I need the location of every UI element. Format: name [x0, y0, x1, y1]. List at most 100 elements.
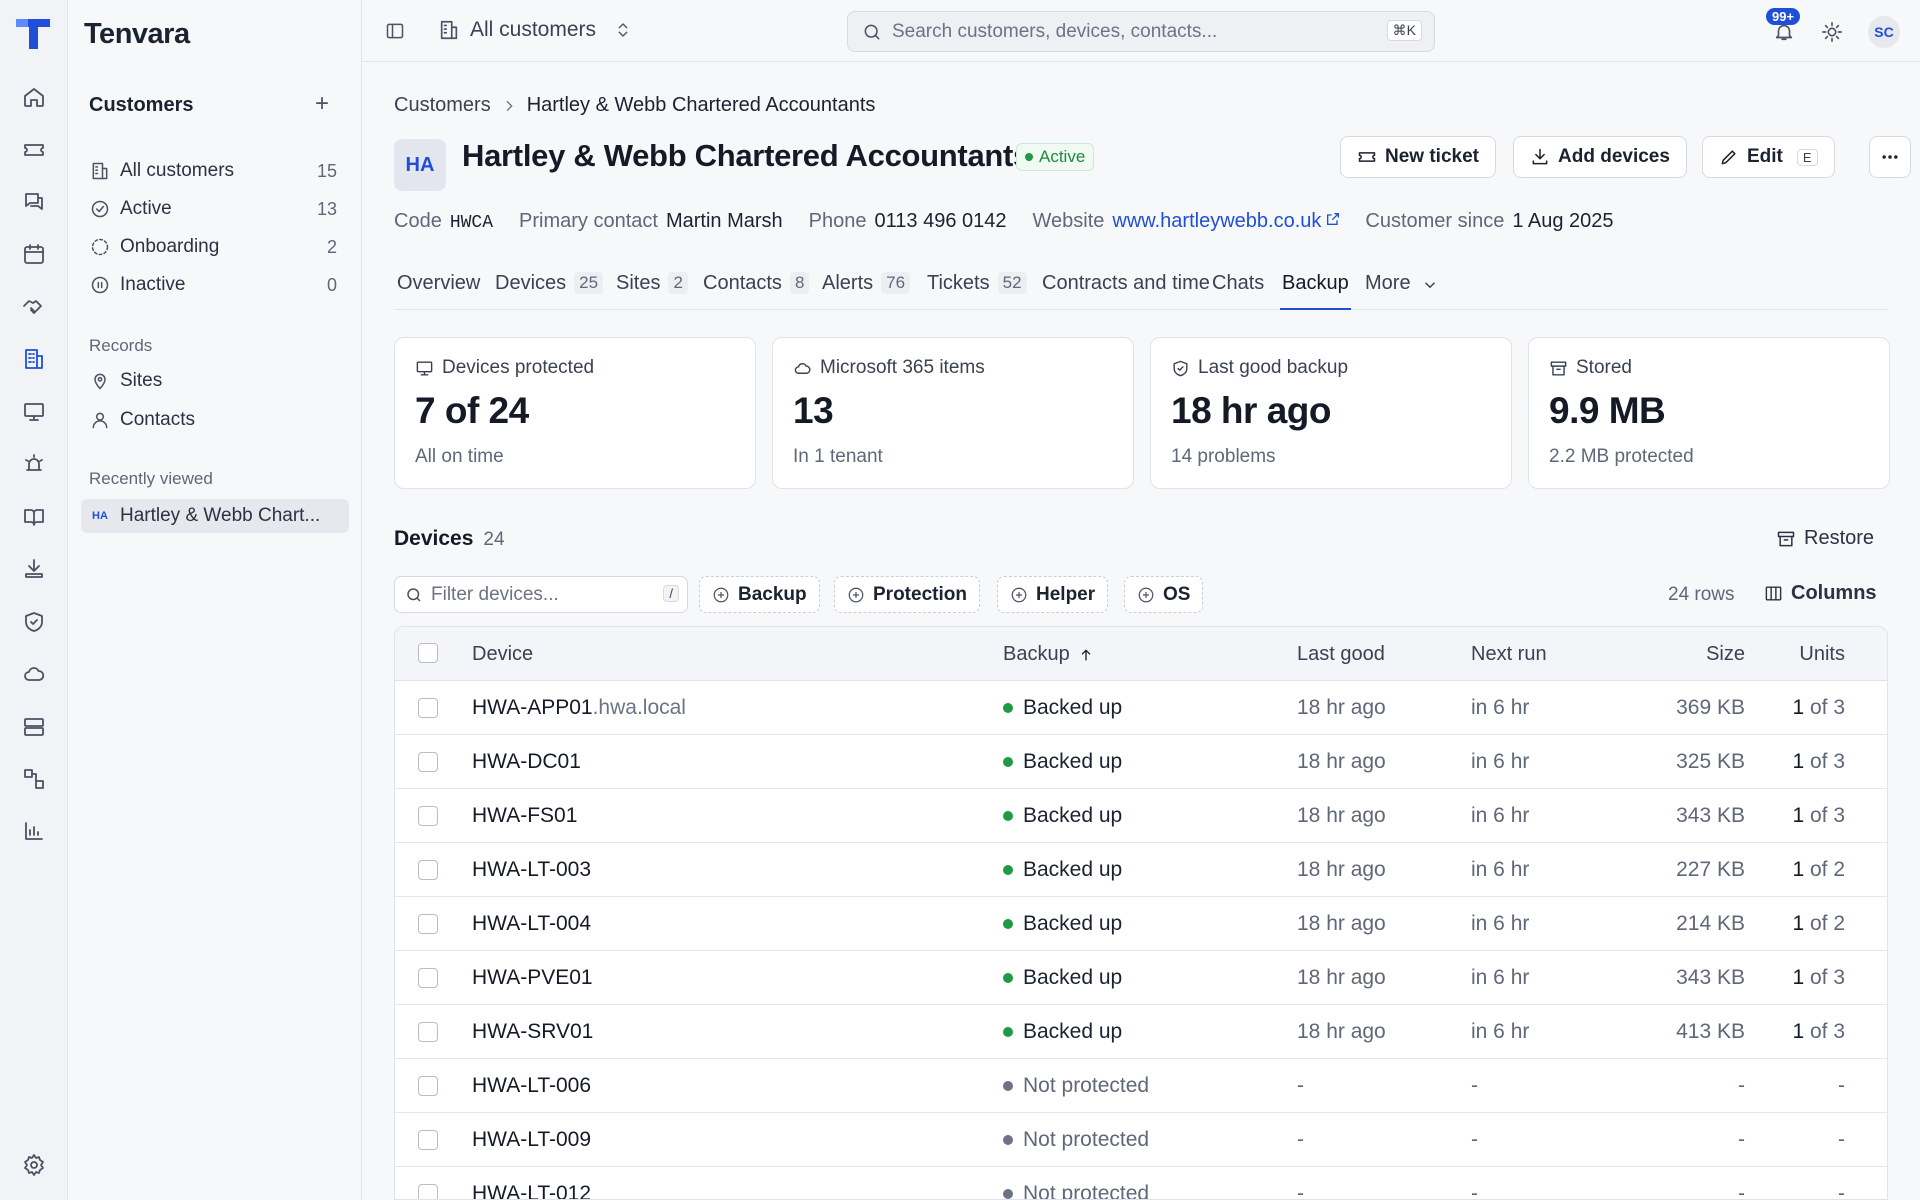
row-checkbox[interactable]: [418, 968, 438, 988]
sidebar-item-active[interactable]: Active 13: [81, 192, 349, 226]
device-name[interactable]: HWA-LT-006: [472, 1074, 591, 1098]
sidebar-toggle-icon[interactable]: [384, 20, 406, 42]
column-header-size[interactable]: Size: [1645, 643, 1745, 666]
contact-value[interactable]: Martin Marsh: [666, 210, 783, 233]
table-row[interactable]: HWA-LT-009 Not protected - - - -: [395, 1113, 1887, 1167]
tab-more[interactable]: More: [1365, 272, 1439, 310]
chat-icon[interactable]: [14, 182, 54, 222]
edit-button[interactable]: Edit E: [1702, 136, 1835, 178]
filter-devices-input[interactable]: [431, 583, 651, 606]
website-link[interactable]: www.hartleywebb.co.uk: [1112, 210, 1321, 233]
tab-sites[interactable]: Sites 2: [616, 272, 688, 310]
device-name[interactable]: HWA-LT-003: [472, 858, 591, 882]
download-icon[interactable]: [14, 549, 54, 589]
table-row[interactable]: HWA-SRV01 Backed up 18 hr ago in 6 hr 413 KB…: [395, 1005, 1887, 1059]
search-input[interactable]: [892, 20, 1362, 43]
table-row[interactable]: HWA-APP01.hwa.local Backed up 18 hr ago in …: [395, 681, 1887, 735]
tab-overview[interactable]: Overview: [397, 272, 480, 310]
column-header-backup[interactable]: Backup: [1003, 643, 1094, 666]
row-checkbox[interactable]: [418, 752, 438, 772]
calendar-icon[interactable]: [14, 234, 54, 274]
device-name[interactable]: HWA-LT-009: [472, 1128, 591, 1152]
sidebar-item-sites[interactable]: Sites: [81, 364, 349, 398]
device-name[interactable]: HWA-DC01: [472, 750, 581, 774]
server-icon[interactable]: [14, 707, 54, 747]
columns-icon: [1765, 586, 1782, 601]
tab-alerts[interactable]: Alerts 76: [822, 272, 911, 310]
table-row[interactable]: HWA-FS01 Backed up 18 hr ago in 6 hr 343 KB 1…: [395, 789, 1887, 843]
table-row[interactable]: HWA-LT-006 Not protected - - - -: [395, 1059, 1887, 1113]
device-name[interactable]: HWA-FS01: [472, 804, 577, 828]
column-header-last-good[interactable]: Last good: [1297, 643, 1385, 666]
row-checkbox[interactable]: [418, 1022, 438, 1042]
tab-backup[interactable]: Backup: [1280, 272, 1351, 310]
home-icon[interactable]: [14, 77, 54, 117]
filter-chip-protection[interactable]: Protection: [834, 576, 980, 613]
tenvara-logo[interactable]: [14, 16, 52, 52]
recent-item-hartley-webb[interactable]: HA Hartley & Webb Chart...: [81, 499, 349, 533]
row-checkbox[interactable]: [418, 1184, 438, 1199]
scope-label: All customers: [470, 18, 597, 41]
code-label: Code: [394, 210, 442, 232]
column-header-device[interactable]: Device: [472, 643, 533, 666]
tab-tickets[interactable]: Tickets 52: [927, 272, 1027, 310]
device-name[interactable]: HWA-LT-012: [472, 1182, 591, 1199]
edit-shortcut: E: [1796, 148, 1818, 166]
row-checkbox[interactable]: [418, 698, 438, 718]
workflow-icon[interactable]: [14, 759, 54, 799]
device-name[interactable]: HWA-SRV01: [472, 1020, 593, 1044]
device-name[interactable]: HWA-LT-004: [472, 912, 591, 936]
sidebar-item-inactive[interactable]: Inactive 0: [81, 268, 349, 302]
restore-button[interactable]: Restore: [1776, 527, 1874, 550]
settings-icon[interactable]: [14, 1145, 54, 1185]
ticket-icon[interactable]: [14, 130, 54, 170]
handshake-icon[interactable]: [14, 286, 54, 326]
monitor-icon[interactable]: [14, 392, 54, 432]
table-row[interactable]: HWA-LT-004 Backed up 18 hr ago in 6 hr 214 K…: [395, 897, 1887, 951]
tab-devices[interactable]: Devices 25: [495, 272, 604, 310]
next-run: in 6 hr: [1471, 696, 1530, 719]
building-icon[interactable]: [14, 339, 54, 379]
table-row[interactable]: HWA-DC01 Backed up 18 hr ago in 6 hr 325 KB 1…: [395, 735, 1887, 789]
column-header-next-run[interactable]: Next run: [1471, 643, 1547, 666]
table-row[interactable]: HWA-LT-012 Not protected - - - -: [395, 1167, 1887, 1199]
more-actions-button[interactable]: [1869, 136, 1911, 178]
tab-contacts[interactable]: Contacts 8: [703, 272, 810, 310]
cloud-icon[interactable]: [14, 654, 54, 694]
sidebar-item-contacts[interactable]: Contacts: [81, 403, 349, 437]
row-checkbox[interactable]: [418, 806, 438, 826]
columns-button[interactable]: Columns: [1764, 582, 1877, 605]
filter-chip-backup[interactable]: Backup: [699, 576, 820, 613]
book-icon[interactable]: [14, 497, 54, 537]
row-checkbox[interactable]: [418, 914, 438, 934]
new-ticket-button[interactable]: New ticket: [1340, 136, 1496, 178]
sidebar-item-all-customers[interactable]: All customers 15: [81, 154, 349, 188]
column-header-units[interactable]: Units: [1765, 643, 1845, 666]
select-all-checkbox[interactable]: [418, 643, 438, 663]
filter-chip-helper[interactable]: Helper: [997, 576, 1109, 613]
next-run: -: [1471, 1074, 1478, 1097]
device-name[interactable]: HWA-APP01.hwa.local: [472, 696, 686, 720]
table-row[interactable]: HWA-PVE01 Backed up 18 hr ago in 6 hr 343 KB…: [395, 951, 1887, 1005]
alarm-icon[interactable]: [14, 444, 54, 484]
backup-status: Backed up: [1003, 966, 1122, 990]
sun-icon[interactable]: [1820, 20, 1844, 44]
breadcrumb-root[interactable]: Customers: [394, 94, 491, 117]
row-checkbox[interactable]: [418, 860, 438, 880]
add-customer-button[interactable]: +: [308, 90, 336, 118]
user-avatar[interactable]: SC: [1868, 16, 1900, 48]
global-search[interactable]: ⌘K: [847, 11, 1435, 52]
add-devices-button[interactable]: Add devices: [1513, 136, 1687, 178]
shield-icon[interactable]: [14, 602, 54, 642]
chart-icon[interactable]: [14, 811, 54, 851]
table-row[interactable]: HWA-LT-003 Backed up 18 hr ago in 6 hr 227 K…: [395, 843, 1887, 897]
sidebar-item-onboarding[interactable]: Onboarding 2: [81, 230, 349, 264]
device-name[interactable]: HWA-PVE01: [472, 966, 593, 990]
row-checkbox[interactable]: [418, 1076, 438, 1096]
row-checkbox[interactable]: [418, 1130, 438, 1150]
tab-chats[interactable]: Chats: [1212, 272, 1264, 310]
filter-chip-os[interactable]: OS: [1124, 576, 1204, 613]
filter-devices[interactable]: /: [394, 576, 688, 613]
customer-scope-selector[interactable]: All customers: [438, 18, 632, 42]
tab-contracts-and-time[interactable]: Contracts and time: [1042, 272, 1210, 310]
